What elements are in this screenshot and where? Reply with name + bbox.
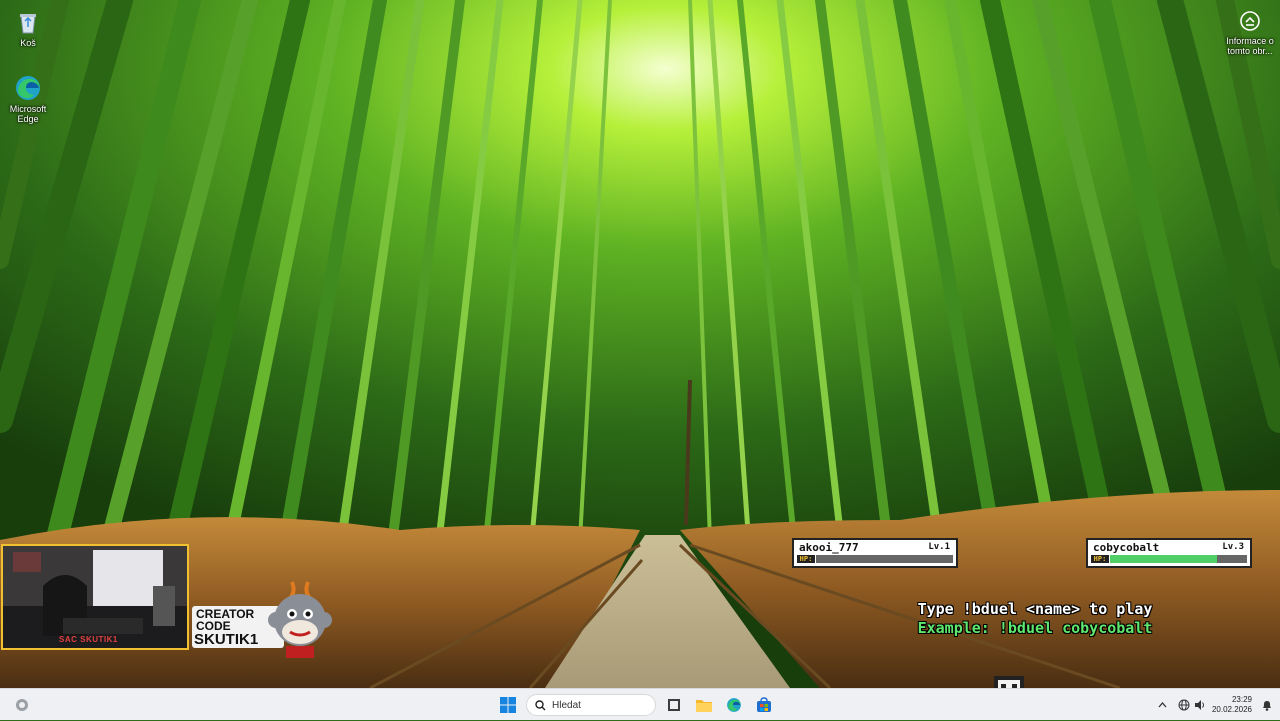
hp-bar xyxy=(1110,555,1247,563)
player-card-akooi: akooi_777 Lv.1 HP: xyxy=(792,538,958,568)
search-icon xyxy=(535,699,546,710)
desktop-icon-label: Koš xyxy=(20,38,36,48)
webcam-feed-image xyxy=(3,546,187,648)
clock-time: 23:29 xyxy=(1231,695,1252,704)
file-explorer-button[interactable] xyxy=(692,693,716,717)
player-name: akooi_777 xyxy=(799,541,859,554)
sock-monkey-mascot-icon xyxy=(268,581,332,658)
player-level: Lv.3 xyxy=(1222,542,1244,552)
webcam-caption: SAC SKUTIK1 xyxy=(59,635,118,644)
clock-date: 20.02.2026 xyxy=(1211,705,1252,714)
edge-icon xyxy=(16,76,40,100)
chevron-up-icon xyxy=(1158,701,1167,707)
store-button[interactable] xyxy=(752,693,776,717)
desktop-icon-edge[interactable]: Microsoft Edge xyxy=(0,74,56,124)
search-input[interactable] xyxy=(552,699,642,711)
file-explorer-icon xyxy=(696,700,712,712)
start-icon xyxy=(500,697,516,713)
show-hidden-icons-button[interactable] xyxy=(1154,700,1172,711)
notification-bell-icon[interactable] xyxy=(1260,698,1274,712)
network-globe-icon xyxy=(1178,699,1190,711)
duel-example-text: Example: !bduel cobycobalt xyxy=(917,619,1153,637)
store-icon xyxy=(757,697,771,712)
webcam-overlay: SAC SKUTIK1 xyxy=(1,544,189,650)
task-view-icon xyxy=(668,699,680,711)
hp-label: HP: xyxy=(797,555,815,563)
edge-button[interactable] xyxy=(722,693,746,717)
quick-settings-button[interactable] xyxy=(1178,699,1206,711)
recycle-bin-icon xyxy=(20,14,36,34)
duel-instruction-text: Type !bduel <name> to play xyxy=(917,600,1153,618)
taskbar-search[interactable] xyxy=(526,694,656,716)
system-tray: 23:29 20.02.2026 xyxy=(1154,689,1280,721)
camera-info-icon xyxy=(1240,11,1260,31)
desktop-icon-recycle-bin[interactable]: Koš xyxy=(0,8,56,48)
hp-label: HP: xyxy=(1091,555,1109,563)
bamboo-forest-image xyxy=(0,0,1280,688)
hp-bar xyxy=(816,555,953,563)
taskbar: 23:29 20.02.2026 xyxy=(0,688,1280,720)
player-name: cobycobalt xyxy=(1093,541,1160,554)
desktop-wallpaper xyxy=(0,0,1280,688)
creator-code-value: SKUTIK1 xyxy=(194,631,259,648)
widgets-icon[interactable] xyxy=(14,697,30,713)
wallpaper-info-widget[interactable]: Informace o tomto obr... xyxy=(1224,10,1276,56)
clock[interactable]: 23:29 20.02.2026 xyxy=(1212,695,1252,715)
wallpaper-info-label: Informace o tomto obr... xyxy=(1226,36,1274,56)
edge-icon xyxy=(727,698,741,712)
player-card-cobycobalt: cobycobalt Lv.3 HP: xyxy=(1086,538,1252,568)
player-level: Lv.1 xyxy=(928,542,950,552)
taskbar-pinned-apps xyxy=(496,692,776,718)
desktop-icon-label: Microsoft Edge xyxy=(9,104,47,124)
task-view-button[interactable] xyxy=(662,693,686,717)
hp-bar-fill xyxy=(1110,555,1217,563)
duel-instructions: Type !bduel <name> to play Example: !bdu… xyxy=(840,600,1230,638)
start-button[interactable] xyxy=(496,693,520,717)
volume-icon xyxy=(1194,700,1204,710)
